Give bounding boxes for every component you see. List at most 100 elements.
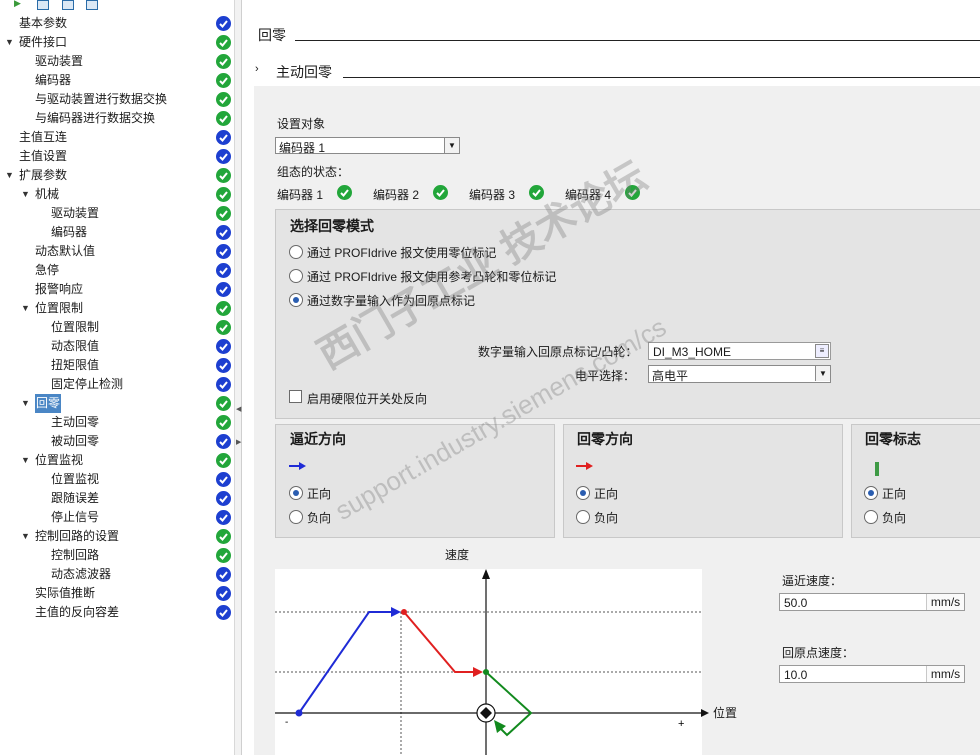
tree-item-label: 动态滤波器: [51, 567, 112, 581]
tree-item[interactable]: 位置监视: [0, 470, 235, 489]
status-info-icon: [216, 130, 231, 145]
digital-input-field[interactable]: DI_M3_HOME ≡: [648, 342, 831, 360]
tree-item-label: 机械: [35, 187, 60, 201]
homing-direction-title: 回零方向: [577, 431, 633, 447]
expand-arrow-icon[interactable]: ▼: [21, 185, 30, 204]
approach-speed-field[interactable]: 50.0 mm/s: [779, 593, 965, 611]
tree-item[interactable]: 扭矩限值: [0, 356, 235, 375]
tree-item[interactable]: 报警响应: [0, 280, 235, 299]
tree-item[interactable]: 主值的反向容差: [0, 603, 235, 622]
tree-item-label: 控制回路的设置: [35, 529, 120, 543]
expand-arrow-icon[interactable]: ▼: [21, 451, 30, 470]
expand-right-icon[interactable]: ▶: [236, 438, 241, 448]
tree-item[interactable]: 主值设置: [0, 147, 235, 166]
tree-item[interactable]: 驱动装置: [0, 204, 235, 223]
tree-item[interactable]: 主值互连: [0, 128, 235, 147]
toolbar-view-icon-3[interactable]: [86, 0, 98, 10]
digital-input-value: DI_M3_HOME: [653, 345, 732, 359]
tree-item[interactable]: 固定停止检测: [0, 375, 235, 394]
expand-arrow-icon[interactable]: ▼: [5, 166, 14, 185]
expand-arrow-icon[interactable]: ▼: [21, 527, 30, 546]
mark-negative-label: 负向: [882, 511, 907, 525]
approach-positive-radio[interactable]: [289, 486, 303, 500]
approach-speed-label: 逼近速度：: [782, 574, 843, 588]
tree-item-label: 驱动装置: [35, 54, 84, 68]
tree-item[interactable]: 被动回零: [0, 432, 235, 451]
tree-item-label: 报警响应: [35, 282, 84, 296]
chevron-down-icon[interactable]: ▼: [815, 366, 830, 381]
tree-item[interactable]: ▼ 硬件接口: [0, 33, 235, 52]
expand-arrow-icon[interactable]: ▼: [21, 299, 30, 318]
tree-item[interactable]: 编码器: [0, 71, 235, 90]
set-object-select[interactable]: 编码器 1 ▼: [275, 137, 460, 155]
tree-item[interactable]: 编码器: [0, 223, 235, 242]
chevron-down-icon[interactable]: ▼: [444, 138, 459, 153]
navigation-tree: ▶ 基本参数 ▼ 硬件接口 驱动装置 编码器 与驱动装置进行数据交换 与编码器进行数据交换主…: [0, 0, 235, 755]
tree-item-label: 急停: [35, 263, 60, 277]
tree-item[interactable]: ▼ 机械: [0, 185, 235, 204]
homing-mode-radio[interactable]: [289, 269, 303, 283]
tree-item[interactable]: ▼ 位置监视: [0, 451, 235, 470]
tree-item[interactable]: 基本参数: [0, 14, 235, 33]
tree-item[interactable]: 跟随误差: [0, 489, 235, 508]
status-info-icon: [216, 244, 231, 259]
home-speed-value: 10.0: [784, 668, 808, 682]
status-info-icon: [216, 434, 231, 449]
axis-plus: +: [678, 718, 684, 730]
tree-item[interactable]: 动态限值: [0, 337, 235, 356]
tree-item-label: 位置监视: [35, 453, 84, 467]
homing-negative-radio[interactable]: [576, 510, 590, 524]
homing-mode-title: 选择回零模式: [290, 218, 374, 234]
tree-item[interactable]: ▼ 扩展参数: [0, 166, 235, 185]
homing-mode-radio[interactable]: [289, 293, 303, 307]
level-select[interactable]: 高电平 ▼: [648, 365, 831, 383]
panel-splitter[interactable]: ◀ ▶: [235, 0, 242, 755]
tree-item[interactable]: 驱动装置: [0, 52, 235, 71]
home-speed-field[interactable]: 10.0 mm/s: [779, 665, 965, 683]
tree-item-label: 编码器: [35, 73, 72, 87]
tree-item[interactable]: ▼ 控制回路的设置: [0, 527, 235, 546]
tree-item[interactable]: 主动回零: [0, 413, 235, 432]
tree-item[interactable]: ▼ 回零: [0, 394, 235, 413]
status-ok-icon: [216, 415, 231, 430]
tree-item-label: 主值设置: [19, 149, 68, 163]
tree-item[interactable]: ▼ 位置限制: [0, 299, 235, 318]
tree-item[interactable]: 急停: [0, 261, 235, 280]
tree-item[interactable]: 停止信号: [0, 508, 235, 527]
tree-item[interactable]: 与编码器进行数据交换: [0, 109, 235, 128]
tree-item[interactable]: 动态滤波器: [0, 565, 235, 584]
tree-item[interactable]: 实际值推断: [0, 584, 235, 603]
expand-arrow-icon[interactable]: ▼: [21, 394, 30, 413]
toolbar-view-icon-2[interactable]: [62, 0, 74, 10]
status-ok-icon: [216, 529, 231, 544]
expand-arrow-icon[interactable]: ▼: [5, 33, 14, 52]
tree-item[interactable]: 与驱动装置进行数据交换: [0, 90, 235, 109]
status-ok-icon: [216, 206, 231, 221]
mark-positive-radio[interactable]: [864, 486, 878, 500]
approach-negative-radio[interactable]: [289, 510, 303, 524]
tree-item-label: 主值的反向容差: [35, 605, 120, 619]
homing-positive-label: 正向: [594, 487, 619, 501]
tree-item[interactable]: 位置限制: [0, 318, 235, 337]
homing-mode-radio[interactable]: [289, 245, 303, 259]
tree-item-label: 基本参数: [19, 16, 68, 30]
collapse-left-icon[interactable]: ◀: [236, 405, 241, 415]
status-ok-icon: [337, 185, 352, 200]
homing-direction-group: 回零方向 正向 负向: [563, 424, 843, 538]
play-icon[interactable]: ▶: [14, 0, 21, 9]
reverse-checkbox[interactable]: [289, 390, 302, 403]
tree-item[interactable]: 控制回路: [0, 546, 235, 565]
subsection-chevron-icon[interactable]: ›: [255, 63, 259, 75]
status-ok-icon: [216, 320, 231, 335]
status-ok-icon: [433, 185, 448, 200]
toolbar-view-icon-1[interactable]: [37, 0, 49, 10]
homing-positive-radio[interactable]: [576, 486, 590, 500]
status-ok-icon: [216, 168, 231, 183]
list-picker-icon[interactable]: ≡: [815, 344, 829, 358]
tree-item-label: 停止信号: [51, 510, 100, 524]
x-axis-arrow-icon: [701, 709, 709, 717]
encoder-status-label: 编码器 1: [277, 188, 324, 202]
tree-item-label: 扭矩限值: [51, 358, 100, 372]
tree-item[interactable]: 动态默认值: [0, 242, 235, 261]
mark-negative-radio[interactable]: [864, 510, 878, 524]
